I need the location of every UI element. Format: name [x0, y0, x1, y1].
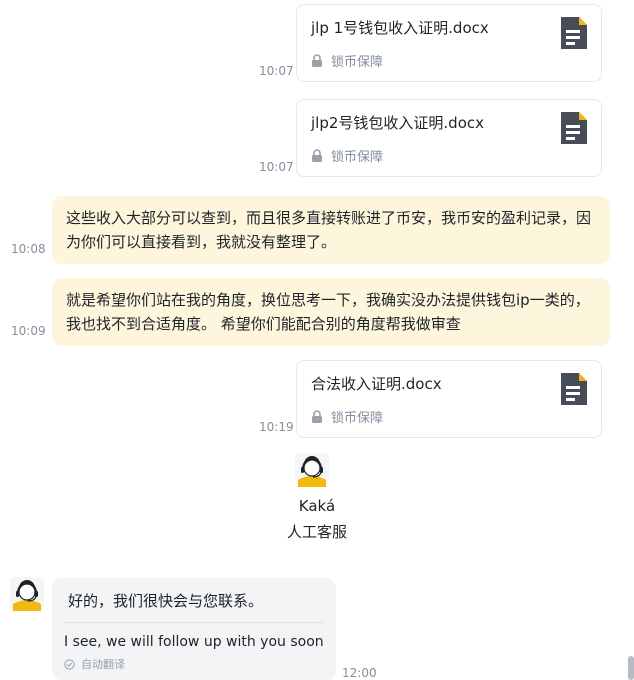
lock-protection-row: 锁币保障	[311, 51, 383, 70]
lock-icon	[312, 54, 322, 67]
protection-label: 锁币保障	[331, 150, 384, 165]
message-timestamp: 10:07	[259, 160, 294, 174]
lock-protection-row: 锁币保障	[311, 407, 383, 426]
agent-name: Kaká	[298, 497, 336, 515]
agent-avatar[interactable]	[295, 453, 329, 487]
document-icon	[561, 373, 587, 405]
message-timestamp: 12:00	[342, 666, 377, 680]
agent-avatar[interactable]	[10, 577, 44, 611]
message-timestamp: 10:07	[259, 64, 294, 78]
file-name: jlp 1号钱包收入证明.docx	[311, 19, 489, 37]
file-message-card[interactable]: jlp 1号钱包收入证明.docx 锁币保障	[296, 4, 602, 82]
file-message-card[interactable]: 合法收入证明.docx 锁币保障	[296, 360, 602, 438]
check-circle-icon	[64, 658, 75, 670]
file-name: 合法收入证明.docx	[311, 375, 442, 393]
lock-icon	[312, 410, 322, 423]
message-timestamp: 10:19	[259, 420, 294, 434]
user-text-message: 这些收入大部分可以查到，而且很多直接转账进了币安，我币安的盈利记录，因为你们可以…	[52, 196, 610, 264]
message-timestamp: 10:09	[11, 324, 46, 338]
document-icon	[561, 112, 587, 144]
agent-reply-message: 好的，我们很快会与您联系。 I see, we will follow up w…	[52, 578, 336, 680]
reply-text-cn: 好的，我们很快会与您联系。	[68, 592, 264, 610]
user-text-message: 就是希望你们站在我的角度，换位思考一下，我确实没办法提供钱包ip一类的，我也找不…	[52, 278, 610, 346]
scrollbar-thumb[interactable]	[628, 656, 634, 680]
file-message-card[interactable]: jlp2号钱包收入证明.docx 锁币保障	[296, 99, 602, 177]
translation-divider	[64, 622, 324, 623]
auto-translate-text: 自动翻译	[81, 658, 125, 671]
message-timestamp: 10:08	[11, 242, 46, 256]
reply-text-en: I see, we will follow up with you soon	[64, 634, 324, 650]
file-name: jlp2号钱包收入证明.docx	[311, 114, 484, 132]
protection-label: 锁币保障	[331, 55, 384, 70]
document-icon	[561, 17, 587, 49]
lock-protection-row: 锁币保障	[311, 146, 383, 165]
lock-icon	[312, 149, 322, 162]
protection-label: 锁币保障	[331, 411, 384, 426]
auto-translate-label: 自动翻译	[64, 656, 125, 672]
agent-role: 人工客服	[286, 523, 347, 541]
